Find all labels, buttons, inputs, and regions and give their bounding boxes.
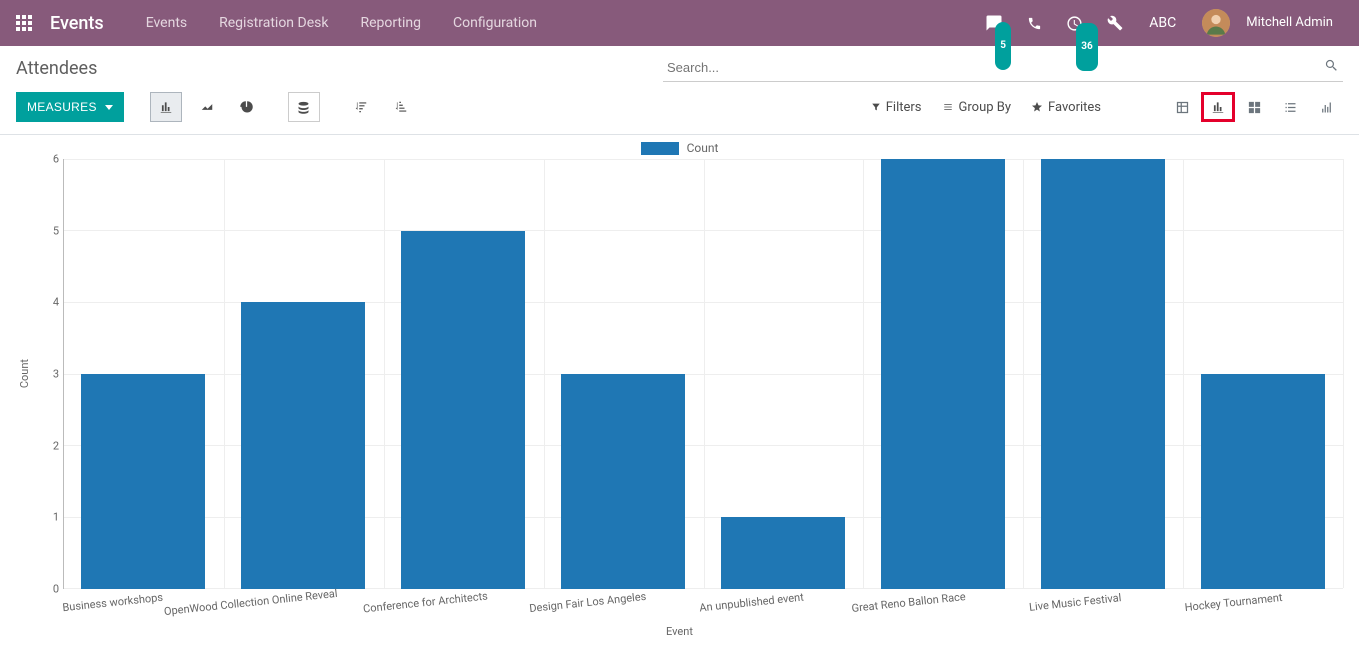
bar[interactable] xyxy=(401,231,526,589)
top-navbar: Events Events Registration Desk Reportin… xyxy=(0,0,1359,46)
x-tick: Hockey Tournament xyxy=(1184,591,1283,614)
x-tick: Business workshops xyxy=(62,591,164,614)
messaging-icon[interactable]: 5 xyxy=(975,14,1013,32)
activities-icon[interactable]: 36 xyxy=(1056,15,1093,32)
favorites-label: Favorites xyxy=(1048,100,1101,115)
y-tick: 6 xyxy=(33,153,59,166)
breadcrumb: Attendees xyxy=(16,58,97,79)
view-activity[interactable] xyxy=(1309,92,1343,122)
search-icon[interactable] xyxy=(1324,58,1339,77)
stacked-button[interactable] xyxy=(288,92,320,122)
user-menu[interactable]: Mitchell Admin xyxy=(1192,0,1343,46)
phone-icon[interactable] xyxy=(1017,16,1052,31)
favorites-button[interactable]: Favorites xyxy=(1031,100,1101,115)
groupby-button[interactable]: Group By xyxy=(942,100,1012,115)
search-bar[interactable] xyxy=(663,54,1343,82)
debug-icon[interactable] xyxy=(1097,15,1133,31)
line-chart-button[interactable] xyxy=(192,92,222,122)
y-tick: 0 xyxy=(33,583,59,596)
bar-slot: Business workshops xyxy=(63,159,223,589)
groupby-label: Group By xyxy=(959,100,1012,115)
chart-plot: Business workshopsOpenWood Collection On… xyxy=(33,159,1343,589)
bar[interactable] xyxy=(1041,159,1166,589)
view-graph[interactable] xyxy=(1201,92,1235,122)
view-kanban[interactable] xyxy=(1237,92,1271,122)
x-tick: Live Music Festival xyxy=(1028,591,1121,614)
view-list[interactable] xyxy=(1273,92,1307,122)
nav-events[interactable]: Events xyxy=(132,0,201,46)
x-tick: An unpublished event xyxy=(699,591,805,615)
y-tick: 5 xyxy=(33,224,59,237)
bar[interactable] xyxy=(241,302,366,589)
apps-icon[interactable] xyxy=(16,15,32,31)
search-input[interactable] xyxy=(663,54,1343,81)
bar-chart-button[interactable] xyxy=(150,92,182,122)
x-tick: OpenWood Collection Online Reveal xyxy=(163,587,338,618)
bar[interactable] xyxy=(881,159,1006,589)
avatar xyxy=(1202,9,1230,37)
y-tick: 2 xyxy=(33,439,59,452)
y-tick: 3 xyxy=(33,368,59,381)
filters-button[interactable]: Filters xyxy=(871,100,922,115)
y-axis-label: Count xyxy=(16,359,33,388)
bar-slot: Live Music Festival xyxy=(1023,159,1183,589)
y-tick: 4 xyxy=(33,296,59,309)
legend-label: Count xyxy=(687,141,719,155)
user-name: Mitchell Admin xyxy=(1246,0,1333,46)
legend-swatch xyxy=(641,142,679,155)
x-tick: Great Reno Ballon Race xyxy=(851,590,966,615)
y-tick: 1 xyxy=(33,511,59,524)
bar-slot: Great Reno Ballon Race xyxy=(863,159,1023,589)
x-tick: Design Fair Los Angeles xyxy=(529,590,647,615)
chart-legend: Count xyxy=(16,141,1343,155)
x-tick: Conference for Architects xyxy=(363,589,489,615)
pie-chart-button[interactable] xyxy=(232,92,262,122)
bar[interactable] xyxy=(721,517,846,589)
sort-asc-button[interactable] xyxy=(386,92,416,122)
control-panel: Attendees MEASURES xyxy=(0,46,1359,135)
bar-slot: Hockey Tournament xyxy=(1183,159,1343,589)
nav-configuration[interactable]: Configuration xyxy=(439,0,551,46)
filters-label: Filters xyxy=(886,100,922,115)
bar-slot: Design Fair Los Angeles xyxy=(543,159,703,589)
bar[interactable] xyxy=(81,374,206,589)
measures-button[interactable]: MEASURES xyxy=(16,92,124,122)
sort-desc-button[interactable] xyxy=(346,92,376,122)
nav-registration-desk[interactable]: Registration Desk xyxy=(205,0,342,46)
bar-slot: Conference for Architects xyxy=(383,159,543,589)
x-axis-label: Event xyxy=(16,625,1343,638)
app-brand[interactable]: Events xyxy=(50,13,104,34)
bar[interactable] xyxy=(1201,374,1326,589)
company-switcher[interactable]: ABC xyxy=(1137,15,1188,31)
view-pivot[interactable] xyxy=(1165,92,1199,122)
bar-slot: OpenWood Collection Online Reveal xyxy=(223,159,383,589)
bar-slot: An unpublished event xyxy=(703,159,863,589)
nav-reporting[interactable]: Reporting xyxy=(346,0,435,46)
chart-container: Count Count Business workshopsOpenWood C… xyxy=(0,135,1359,648)
bar[interactable] xyxy=(561,374,686,589)
